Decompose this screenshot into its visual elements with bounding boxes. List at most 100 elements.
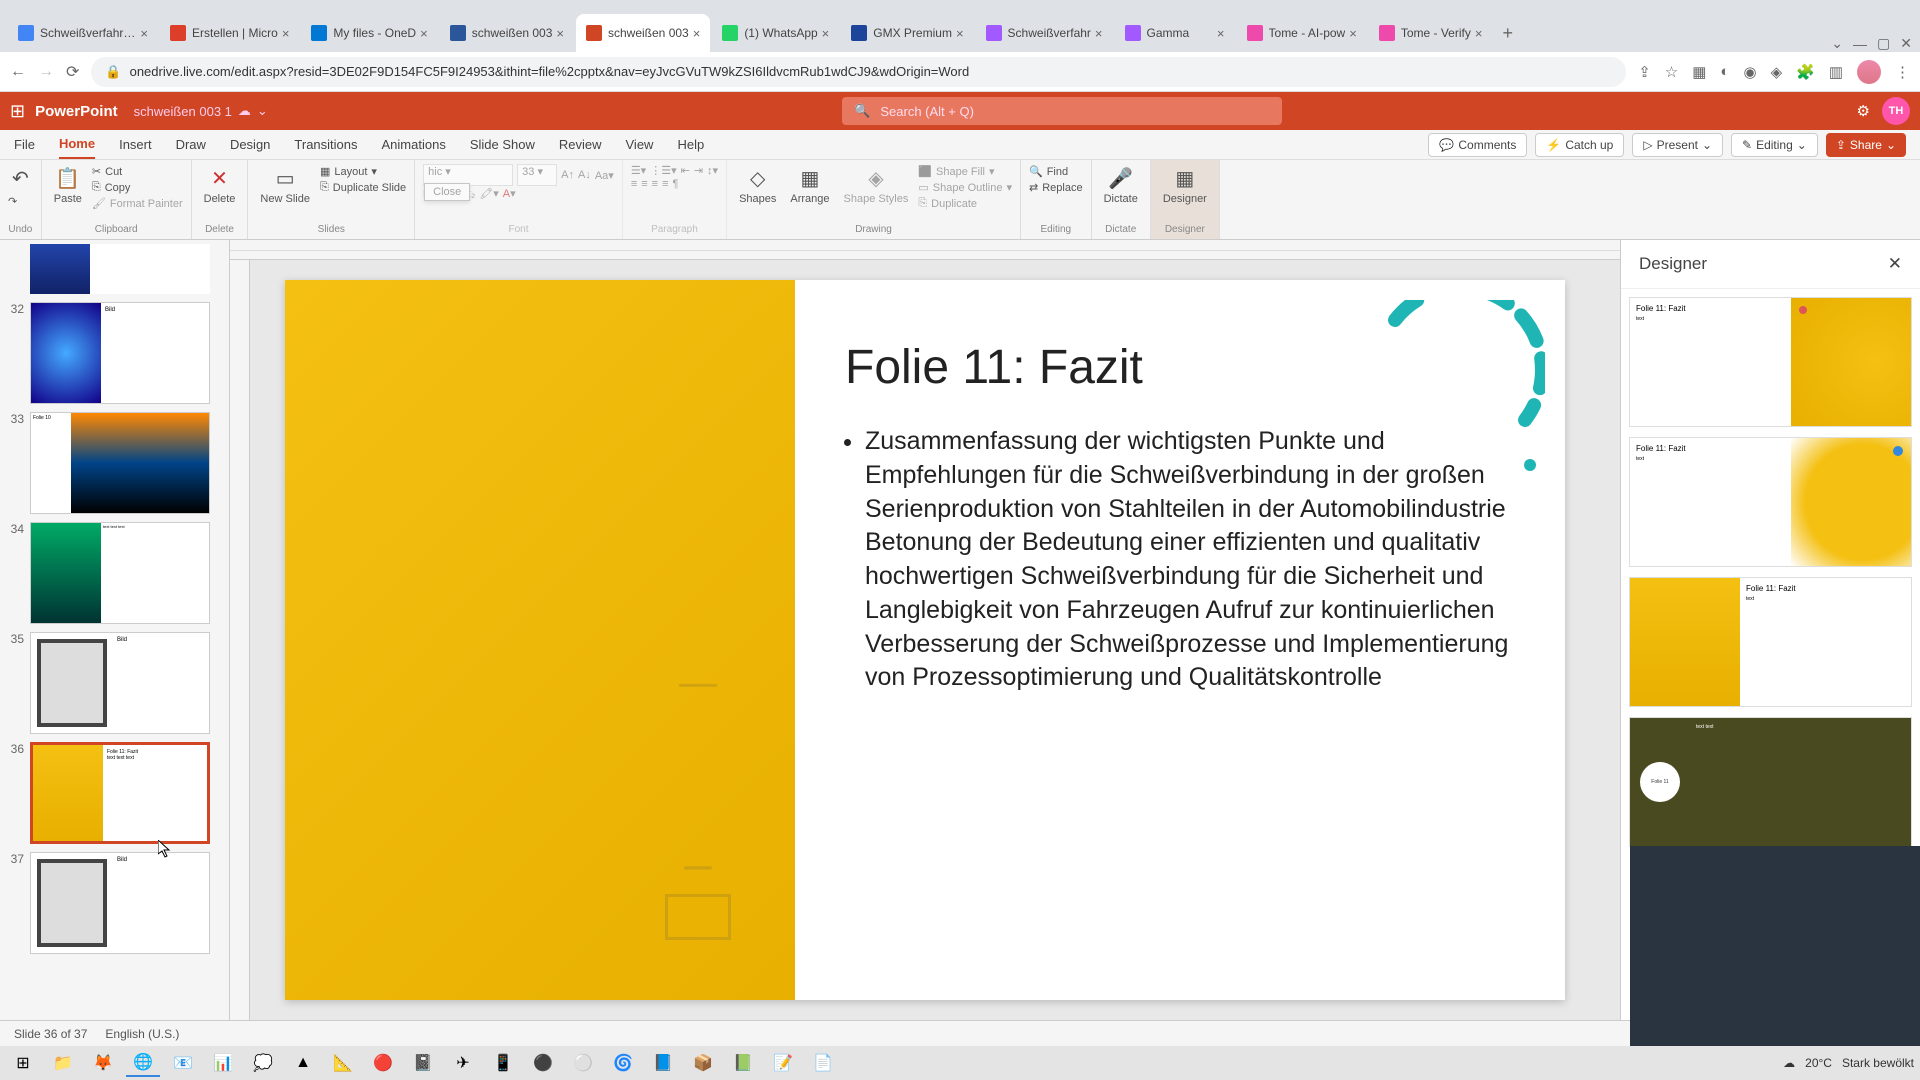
- thumbnail-panel[interactable]: 32 Bild 33 Folie 10 34 text text text 35…: [0, 240, 230, 1020]
- tab-design[interactable]: Design: [230, 131, 270, 158]
- weather-icon[interactable]: ☁: [1783, 1056, 1795, 1070]
- language-indicator[interactable]: English (U.S.): [105, 1027, 179, 1041]
- redo-button[interactable]: ↷: [8, 194, 33, 209]
- vlc-icon[interactable]: ▲: [286, 1049, 320, 1077]
- highlight-button[interactable]: 🖍▾: [479, 187, 499, 200]
- maximize-icon[interactable]: ▢: [1877, 35, 1890, 52]
- thumbnail-partial[interactable]: [4, 244, 225, 294]
- app-icon[interactable]: ⚪: [566, 1049, 600, 1077]
- app-icon[interactable]: 🔴: [366, 1049, 400, 1077]
- telegram-icon[interactable]: ✈: [446, 1049, 480, 1077]
- tab-help[interactable]: Help: [677, 131, 704, 158]
- format-painter-button[interactable]: 🖌 Format Painter: [92, 196, 183, 211]
- new-slide-button[interactable]: ▭New Slide: [256, 164, 314, 207]
- increase-font-icon[interactable]: A↑: [561, 169, 574, 181]
- minimize-icon[interactable]: ―: [1853, 36, 1867, 52]
- tab-file[interactable]: File: [14, 131, 35, 158]
- powerpoint-icon[interactable]: 📊: [206, 1049, 240, 1077]
- back-icon[interactable]: ←: [10, 63, 26, 81]
- close-icon[interactable]: ×: [420, 26, 428, 41]
- tab-0[interactable]: Schweißverfahren×: [8, 14, 158, 52]
- tab-6[interactable]: GMX Premium×: [841, 14, 973, 52]
- tab-7[interactable]: Schweißverfahr×: [976, 14, 1113, 52]
- justify-button[interactable]: ≡: [662, 178, 668, 190]
- tab-2[interactable]: My files - OneD×: [301, 14, 437, 52]
- close-icon[interactable]: ×: [1217, 26, 1225, 41]
- font-color-button[interactable]: A▾: [503, 187, 516, 200]
- share-button[interactable]: ⇪ Share ⌄: [1826, 133, 1906, 157]
- font-select[interactable]: hic ▾Close: [423, 164, 513, 186]
- rtl-button[interactable]: ¶: [673, 178, 679, 190]
- font-size-select[interactable]: 33 ▾: [517, 164, 557, 186]
- decrease-font-icon[interactable]: A↓: [578, 169, 591, 181]
- thumbnail-32[interactable]: 32 Bild: [4, 302, 225, 404]
- forward-icon[interactable]: →: [38, 63, 54, 81]
- url-input[interactable]: 🔒 onedrive.live.com/edit.aspx?resid=3DE0…: [91, 57, 1626, 87]
- close-icon[interactable]: ✕: [1888, 254, 1902, 274]
- tab-9[interactable]: Tome - AI-pow×: [1237, 14, 1367, 52]
- close-icon[interactable]: ×: [956, 26, 964, 41]
- notepad-icon[interactable]: 📝: [766, 1049, 800, 1077]
- file-name[interactable]: schweißen 003 1☁⌄: [134, 103, 268, 119]
- excel-icon[interactable]: 📗: [726, 1049, 760, 1077]
- catchup-button[interactable]: ⚡ Catch up: [1535, 133, 1624, 157]
- tab-3[interactable]: schweißen 003×: [440, 14, 574, 52]
- app-icon[interactable]: 💭: [246, 1049, 280, 1077]
- thumbnail-35[interactable]: 35 Bild: [4, 632, 225, 734]
- tab-transitions[interactable]: Transitions: [294, 131, 357, 158]
- tab-8[interactable]: Gamma×: [1115, 14, 1235, 52]
- present-button[interactable]: ▷ Present ⌄: [1632, 133, 1723, 157]
- close-icon[interactable]: ×: [282, 26, 290, 41]
- delete-button[interactable]: ✕Delete: [200, 164, 240, 207]
- firefox-icon[interactable]: 🦊: [86, 1049, 120, 1077]
- undo-button[interactable]: ↶: [8, 164, 33, 193]
- dictate-button[interactable]: 🎤Dictate: [1100, 164, 1142, 207]
- shapes-button[interactable]: ◇Shapes: [735, 164, 780, 207]
- design-option-2[interactable]: Folie 11: Fazittext: [1629, 437, 1912, 567]
- tab-10[interactable]: Tome - Verify×: [1369, 14, 1493, 52]
- menu-icon[interactable]: ⋮: [1895, 63, 1910, 81]
- reload-icon[interactable]: ⟳: [66, 62, 79, 82]
- line-spacing-button[interactable]: ↕▾: [707, 164, 718, 177]
- slide-canvas[interactable]: Folie 11: Fazit Zusammenfassung der wich…: [230, 260, 1620, 1020]
- app-icon[interactable]: 📱: [486, 1049, 520, 1077]
- word-icon[interactable]: 📄: [806, 1049, 840, 1077]
- tab-home[interactable]: Home: [59, 130, 95, 159]
- align-left-button[interactable]: ≡: [631, 178, 637, 190]
- close-icon[interactable]: ×: [556, 26, 564, 41]
- user-avatar[interactable]: TH: [1882, 97, 1910, 125]
- app-icon[interactable]: 📐: [326, 1049, 360, 1077]
- tab-4-active[interactable]: schweißen 003×: [576, 14, 710, 52]
- paste-button[interactable]: 📋Paste: [50, 164, 86, 207]
- comments-button[interactable]: 💬 Comments: [1428, 133, 1527, 157]
- arrange-button[interactable]: ▦Arrange: [786, 164, 833, 207]
- design-option-3[interactable]: Folie 11: Fazittext: [1629, 577, 1912, 707]
- align-center-button[interactable]: ≡: [641, 178, 647, 190]
- app-icon[interactable]: 📦: [686, 1049, 720, 1077]
- tab-insert[interactable]: Insert: [119, 131, 152, 158]
- clear-format-icon[interactable]: Aa▾: [595, 169, 614, 182]
- design-option-4[interactable]: Folie 11text text: [1629, 717, 1912, 847]
- thumbnail-37[interactable]: 37 Bild: [4, 852, 225, 954]
- copy-button[interactable]: ⎘ Copy: [92, 180, 183, 195]
- panel-icon[interactable]: ▥: [1829, 63, 1843, 81]
- ext-icon[interactable]: ◐: [1720, 63, 1729, 80]
- tab-draw[interactable]: Draw: [176, 131, 206, 158]
- shape-styles-button[interactable]: ◈Shape Styles: [840, 164, 913, 207]
- tab-view[interactable]: View: [626, 131, 654, 158]
- new-tab-button[interactable]: +: [1494, 15, 1521, 52]
- app-launcher-icon[interactable]: ⊞: [10, 101, 25, 122]
- find-button[interactable]: 🔍 Find: [1029, 164, 1083, 179]
- editing-button[interactable]: ✎ Editing ⌄: [1731, 133, 1818, 157]
- duplicate-slide-button[interactable]: ⎘ Duplicate Slide: [320, 180, 406, 195]
- obs-icon[interactable]: ⚫: [526, 1049, 560, 1077]
- close-icon[interactable]: ×: [1475, 26, 1483, 41]
- indent-left-button[interactable]: ⇤: [681, 164, 690, 177]
- tab-animations[interactable]: Animations: [382, 131, 446, 158]
- app-icon[interactable]: 🌀: [606, 1049, 640, 1077]
- designer-button[interactable]: ▦Designer: [1159, 164, 1211, 207]
- close-icon[interactable]: ×: [1349, 26, 1357, 41]
- duplicate-button[interactable]: ⎘ Duplicate: [918, 196, 1012, 211]
- chrome-icon[interactable]: 🌐: [126, 1049, 160, 1077]
- ext-icon[interactable]: ◈: [1771, 63, 1783, 81]
